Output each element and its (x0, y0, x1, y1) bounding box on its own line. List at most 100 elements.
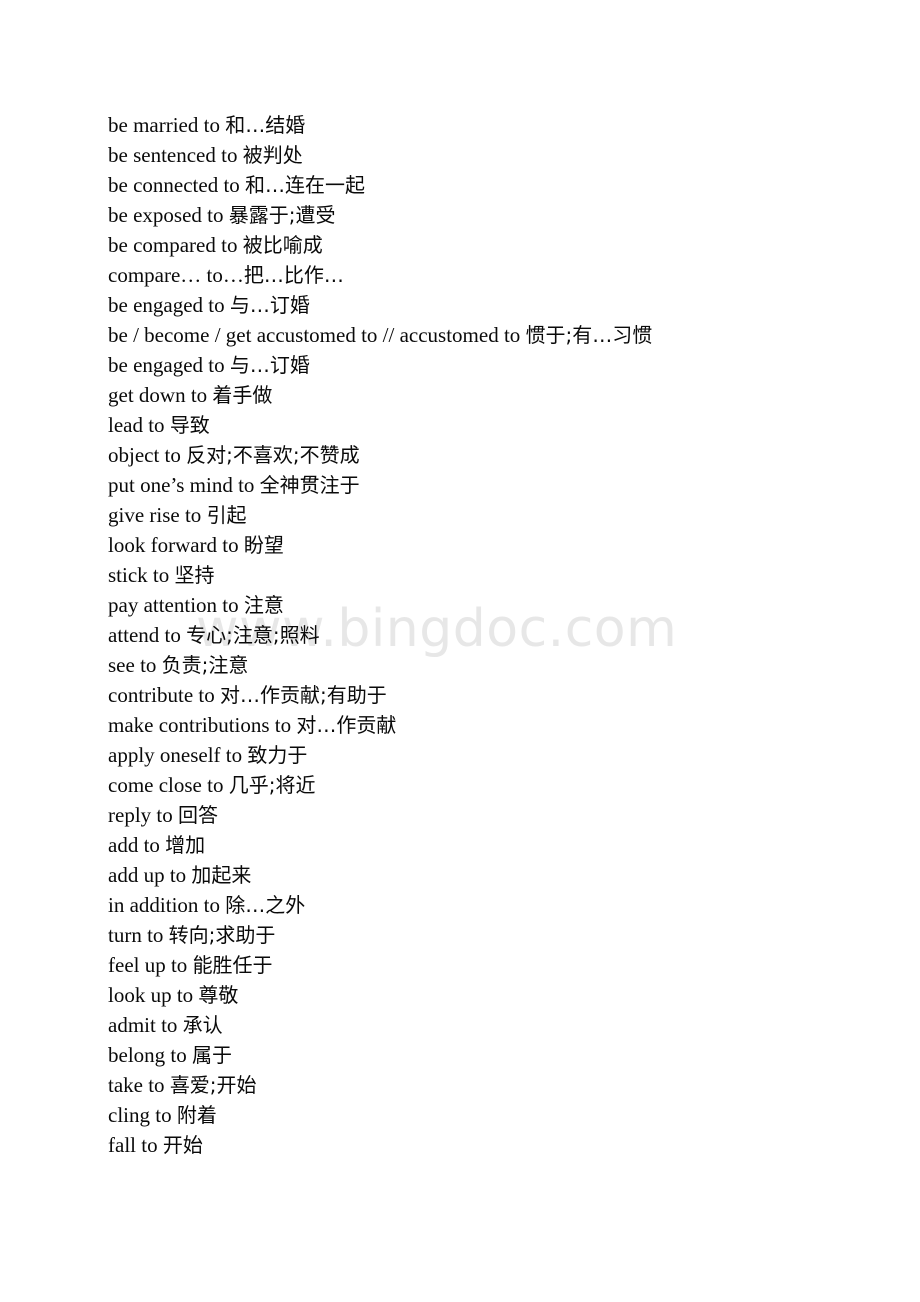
phrase-english: look forward to (108, 533, 244, 557)
phrase-line: put one’s mind to 全神贯注于 (108, 470, 848, 500)
phrase-line: contribute to 对…作贡献;有助于 (108, 680, 848, 710)
phrase-line: be compared to 被比喻成 (108, 230, 848, 260)
phrase-line: apply oneself to 致力于 (108, 740, 848, 770)
phrase-line: come close to 几乎;将近 (108, 770, 848, 800)
phrase-chinese: 惯于;有…习惯 (525, 323, 653, 347)
phrase-line: take to 喜爱;开始 (108, 1070, 848, 1100)
phrase-line: feel up to 能胜任于 (108, 950, 848, 980)
phrase-english: look up to (108, 983, 199, 1007)
phrase-chinese: 加起来 (191, 863, 252, 887)
phrase-line: attend to 专心;注意;照料 (108, 620, 848, 650)
phrase-english: add up to (108, 863, 192, 887)
phrase-line: admit to 承认 (108, 1010, 848, 1040)
phrase-chinese: 暴露于;遭受 (228, 203, 336, 227)
phrase-english: pay attention to (108, 593, 244, 617)
phrase-chinese: 被判处 (242, 143, 303, 167)
phrase-chinese: 对…作贡献;有助于 (219, 683, 387, 707)
phrase-line: compare… to…把…比作… (108, 260, 848, 290)
phrase-line: be connected to 和…连在一起 (108, 170, 848, 200)
phrase-chinese: 除…之外 (225, 893, 306, 917)
phrase-english: apply oneself to (108, 743, 248, 767)
phrase-english: lead to (108, 413, 170, 437)
phrase-english: belong to (108, 1043, 192, 1067)
phrase-line: reply to 回答 (108, 800, 848, 830)
phrase-english: attend to (108, 623, 187, 647)
phrase-english: fall to (108, 1133, 163, 1157)
phrase-chinese: 着手做 (212, 383, 273, 407)
phrase-line: be married to 和…结婚 (108, 110, 848, 140)
phrase-english: be married to (108, 113, 226, 137)
phrase-line: give rise to 引起 (108, 500, 848, 530)
phrase-line: add up to 加起来 (108, 860, 848, 890)
phrase-chinese: 对…作贡献 (296, 713, 397, 737)
phrase-chinese: 回答 (177, 803, 218, 827)
phrase-chinese: 与…订婚 (229, 353, 310, 377)
phrase-chinese: 转向;求助于 (168, 923, 276, 947)
phrase-line: be exposed to 暴露于;遭受 (108, 200, 848, 230)
phrase-line: be / become / get accustomed to // accus… (108, 320, 848, 350)
phrase-line: see to 负责;注意 (108, 650, 848, 680)
phrase-chinese: 反对;不喜欢;不赞成 (186, 443, 360, 467)
phrase-english: feel up to (108, 953, 193, 977)
phrase-english: make contributions to (108, 713, 297, 737)
phrase-chinese: 附着 (176, 1103, 217, 1127)
phrase-english: be / become / get accustomed to // accus… (108, 323, 526, 347)
phrase-english: be sentenced to (108, 143, 243, 167)
phrase-english: reply to (108, 803, 178, 827)
phrase-english: give rise to (108, 503, 207, 527)
phrase-english: contribute to (108, 683, 220, 707)
phrase-english: turn to (108, 923, 169, 947)
phrase-line: stick to 坚持 (108, 560, 848, 590)
phrase-english: take to (108, 1073, 170, 1097)
phrase-line: object to 反对;不喜欢;不赞成 (108, 440, 848, 470)
phrase-english: object to (108, 443, 187, 467)
phrase-chinese: 把…比作… (243, 263, 344, 287)
phrase-chinese: 能胜任于 (192, 953, 273, 977)
phrase-english: put one’s mind to (108, 473, 260, 497)
document-page: www.bingdoc.com be married to 和…结婚 be sen… (0, 0, 920, 1302)
phrase-line: in addition to 除…之外 (108, 890, 848, 920)
phrase-chinese: 致力于 (247, 743, 308, 767)
phrase-english: come close to (108, 773, 229, 797)
phrase-line: add to 增加 (108, 830, 848, 860)
phrase-chinese: 盼望 (243, 533, 284, 557)
phrase-line: turn to 转向;求助于 (108, 920, 848, 950)
phrase-chinese: 专心;注意;照料 (186, 623, 320, 647)
phrase-chinese: 属于 (192, 1043, 232, 1067)
phrase-line: make contributions to 对…作贡献 (108, 710, 848, 740)
phrase-chinese: 承认 (182, 1013, 223, 1037)
phrase-chinese: 全神贯注于 (259, 473, 360, 497)
phrase-english: admit to (108, 1013, 183, 1037)
phrase-chinese: 几乎;将近 (228, 773, 316, 797)
phrase-chinese: 负责;注意 (161, 653, 249, 677)
phrase-line: be engaged to 与…订婚 (108, 350, 848, 380)
phrase-chinese: 注意 (243, 593, 284, 617)
phrase-line: be engaged to 与…订婚 (108, 290, 848, 320)
phrase-line: belong to 属于 (108, 1040, 848, 1070)
phrase-chinese: 引起 (206, 503, 247, 527)
phrase-english: cling to (108, 1103, 177, 1127)
phrase-line: lead to 导致 (108, 410, 848, 440)
phrase-english: see to (108, 653, 162, 677)
phrase-chinese: 和…结婚 (225, 113, 306, 137)
phrase-english: be engaged to (108, 293, 230, 317)
phrase-line: fall to 开始 (108, 1130, 848, 1160)
phrase-chinese: 增加 (165, 833, 206, 857)
phrase-chinese: 喜爱;开始 (169, 1073, 257, 1097)
phrase-english: in addition to (108, 893, 226, 917)
phrase-line: look forward to 盼望 (108, 530, 848, 560)
phrase-chinese: 尊敬 (198, 983, 239, 1007)
phrase-line: look up to 尊敬 (108, 980, 848, 1010)
phrase-chinese: 坚持 (174, 563, 215, 587)
phrase-chinese: 导致 (169, 413, 210, 437)
phrase-line: get down to 着手做 (108, 380, 848, 410)
phrase-english: add to (108, 833, 166, 857)
phrase-english: stick to (108, 563, 175, 587)
phrase-line: be sentenced to 被判处 (108, 140, 848, 170)
phrase-line: cling to 附着 (108, 1100, 848, 1130)
phrase-english: be exposed to (108, 203, 229, 227)
phrase-chinese: 和…连在一起 (245, 173, 366, 197)
phrase-english: be engaged to (108, 353, 230, 377)
phrase-chinese: 开始 (162, 1133, 203, 1157)
phrase-line: pay attention to 注意 (108, 590, 848, 620)
